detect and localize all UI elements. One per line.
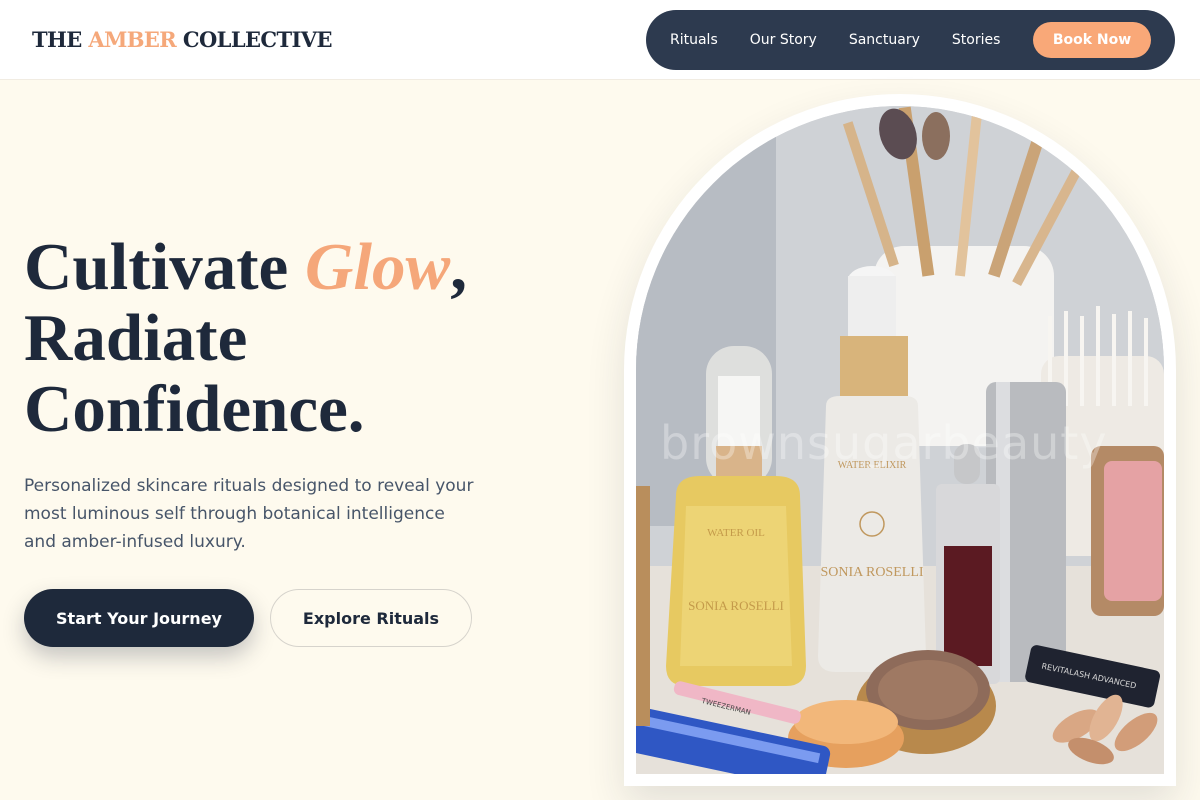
- nav-link-stories[interactable]: Stories: [952, 32, 1001, 48]
- hero-description: Personalized skincare rituals designed t…: [24, 476, 474, 552]
- hero-title-comma: ,: [450, 230, 467, 304]
- brand-logo[interactable]: THE AMBER COLLECTIVE: [32, 27, 332, 52]
- nav-link-sanctuary[interactable]: Sanctuary: [849, 32, 920, 48]
- serum-label-2: SONIA ROSELLI: [688, 598, 784, 613]
- main-nav: Rituals Our Story Sanctuary Stories Book…: [646, 10, 1175, 70]
- hero-title-line-3: Confidence.: [24, 372, 365, 446]
- image-watermark: brownsugarbeauty: [660, 416, 1108, 470]
- brand-suffix: COLLECTIVE: [182, 27, 333, 52]
- hero-title: Cultivate Glow, Radiate Confidence.: [24, 232, 544, 445]
- hero-image: WATER OIL SONIA ROSELLI WATER ELIXIR SON…: [636, 106, 1164, 774]
- nav-link-rituals[interactable]: Rituals: [670, 32, 718, 48]
- elixir-label-2: SONIA ROSELLI: [820, 565, 923, 580]
- site-header: THE AMBER COLLECTIVE Rituals Our Story S…: [0, 0, 1200, 80]
- explore-rituals-button[interactable]: Explore Rituals: [270, 589, 472, 647]
- book-now-button[interactable]: Book Now: [1033, 22, 1151, 58]
- hero-title-line-2: Radiate: [24, 301, 248, 375]
- blush-compact: [1091, 446, 1164, 616]
- hero-title-word-cultivate: Cultivate: [24, 230, 289, 304]
- brand-prefix: THE: [32, 27, 82, 52]
- serum-label-1: WATER OIL: [707, 527, 765, 539]
- hero-image-frame: WATER OIL SONIA ROSELLI WATER ELIXIR SON…: [624, 94, 1176, 786]
- hero-title-line-1: Cultivate Glow,: [24, 232, 544, 303]
- hero-title-accent: Glow: [305, 230, 451, 304]
- nav-link-our-story[interactable]: Our Story: [750, 32, 817, 48]
- leopard-box: [636, 486, 650, 726]
- start-journey-button[interactable]: Start Your Journey: [24, 589, 254, 647]
- brand-accent: AMBER: [88, 27, 177, 52]
